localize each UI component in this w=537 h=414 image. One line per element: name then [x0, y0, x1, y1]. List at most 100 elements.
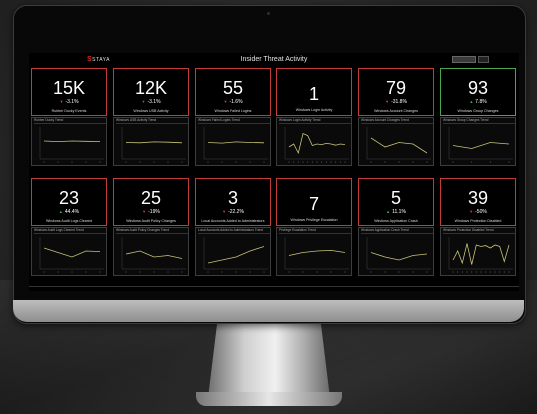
x-tick: [71, 161, 73, 163]
x-tick: [311, 161, 313, 163]
kpi-change: ▼ -19%: [114, 209, 188, 215]
trend-chart[interactable]: Windows Protection Disabled Trend: [440, 227, 516, 276]
trend-chart[interactable]: Privilege Escalation Trend: [276, 227, 352, 276]
trend-line: [288, 132, 346, 155]
x-tick: [457, 271, 459, 273]
x-tick: [452, 271, 454, 273]
arrow-down-icon: ▼: [385, 99, 390, 104]
x-tick: [480, 271, 482, 273]
kpi-change-value: -1.6%: [229, 99, 243, 105]
kpi-value: 39: [467, 188, 489, 208]
kpi-tile[interactable]: 39 ▼ -50% Windows Protection Disabled: [440, 178, 516, 226]
x-tick: [330, 271, 332, 273]
trend-chart[interactable]: Windows Application Crash Trend: [358, 227, 434, 276]
kpi-change: ▼ -31.8%: [359, 99, 433, 105]
kpi-tile[interactable]: 1 Windows Login Activity: [276, 68, 352, 116]
trend-chart[interactable]: Windows Group Changes Trend: [440, 117, 516, 166]
kpi-change-value: -3.1%: [147, 99, 161, 105]
x-tick: [489, 271, 491, 273]
trend-chart-plot: [284, 127, 349, 163]
trend-chart[interactable]: Windows Audit Policy Changes Trend: [113, 227, 189, 276]
x-tick: [325, 161, 327, 163]
kpi-change-value: 11.1%: [392, 209, 406, 215]
trend-chart-plot: [121, 127, 186, 163]
x-tick: [503, 271, 505, 273]
kpi-change-value: -19%: [148, 209, 160, 215]
kpi-label: Windows USB Activity: [133, 109, 169, 113]
x-tick: [249, 271, 251, 273]
x-tick: [398, 271, 400, 273]
webcam-icon: [267, 12, 270, 15]
x-tick: [297, 161, 299, 163]
x-tick: [85, 161, 87, 163]
x-tick: [181, 161, 183, 163]
monitor-stand: [208, 318, 330, 398]
kpi-tile[interactable]: 7 Windows Privilege Escalation: [276, 178, 352, 226]
x-tick: [471, 271, 473, 273]
kpi-tile[interactable]: 12K ▼ -3.1% Windows USB Activity: [113, 68, 189, 116]
kpi-value: 79: [385, 78, 407, 98]
x-tick: [499, 271, 501, 273]
trend-chart-plot: [39, 237, 104, 273]
trend-chart-plot: [366, 127, 431, 163]
filter-button[interactable]: [478, 56, 489, 63]
trend-chart[interactable]: Windows USB Activity Trend: [113, 117, 189, 166]
trend-line: [43, 247, 101, 258]
trend-chart-plot: [121, 237, 186, 273]
x-tick: [316, 161, 318, 163]
kpi-tile[interactable]: 15K ▼ -3.1% Rubber Ducky Events: [31, 68, 107, 116]
x-tick: [461, 271, 463, 273]
x-tick: [43, 271, 45, 273]
kpi-value: 23: [58, 188, 80, 208]
trend-line: [125, 250, 183, 259]
x-tick: [263, 271, 265, 273]
x-tick: [57, 161, 59, 163]
x-tick: [370, 271, 372, 273]
kpi-tile[interactable]: 5 ▲ 11.1% Windows Application Crash: [358, 178, 434, 226]
x-tick: [452, 161, 454, 163]
x-tick: [384, 271, 386, 273]
trend-chart-plot: [448, 127, 513, 163]
x-tick: [489, 161, 491, 163]
x-tick: [99, 271, 101, 273]
trend-chart[interactable]: Windows Audit Logs Cleared Trend: [31, 227, 107, 276]
kpi-change-value: 44.4%: [64, 209, 80, 215]
trend-chart-plot: [203, 127, 268, 163]
kpi-change: ▼ -3.1%: [32, 99, 106, 105]
kpi-change-value: -3.1%: [65, 99, 79, 105]
x-tick: [221, 271, 223, 273]
kpi-value: 12K: [134, 78, 168, 98]
kpi-tile[interactable]: 25 ▼ -19% Windows Audit Policy Changes: [113, 178, 189, 226]
trend-line: [207, 246, 265, 264]
kpi-change-value: -31.8%: [391, 99, 407, 105]
kpi-change: ▼ -1.6%: [196, 99, 270, 105]
trend-chart[interactable]: Windows Failed Logins Trend: [195, 117, 271, 166]
trend-chart[interactable]: Windows Account Changes Trend: [358, 117, 434, 166]
trend-chart-plot: [448, 237, 513, 273]
x-tick: [71, 271, 73, 273]
kpi-value: 55: [222, 78, 244, 98]
x-tick: [384, 161, 386, 163]
kpi-change: ▼ -22.2%: [196, 209, 270, 215]
trend-chart-plot: [366, 237, 431, 273]
trend-chart[interactable]: Rubber Ducky Trend: [31, 117, 107, 166]
x-tick: [339, 161, 341, 163]
kpi-value: 5: [390, 188, 401, 208]
x-tick: [344, 271, 346, 273]
kpi-change: ▲ 11.1%: [359, 209, 433, 215]
trend-chart[interactable]: Local Accounts Added to Administrators T…: [195, 227, 271, 276]
kpi-tile[interactable]: 55 ▼ -1.6% Windows Failed Logins: [195, 68, 271, 116]
kpi-tile[interactable]: 3 ▼ -22.2% Local Accounts Added to Administ…: [195, 178, 271, 226]
kpi-tile[interactable]: 93 ▲ 7.8% Windows Group Changes: [440, 68, 516, 116]
kpi-tile[interactable]: 79 ▼ -31.8% Windows Account Changes: [358, 68, 434, 116]
kpi-tile[interactable]: 23 ▲ 44.4% Windows Audit Logs Cleared: [31, 178, 107, 226]
time-range-dropdown[interactable]: [452, 56, 476, 63]
x-tick: [263, 161, 265, 163]
x-tick: [466, 271, 468, 273]
kpi-label: Windows Failed Logins: [214, 109, 252, 113]
x-tick: [508, 271, 510, 273]
x-tick: [235, 161, 237, 163]
trend-chart[interactable]: Windows Login Activity Trend: [276, 117, 352, 166]
trend-line: [370, 137, 428, 154]
x-tick: [153, 271, 155, 273]
